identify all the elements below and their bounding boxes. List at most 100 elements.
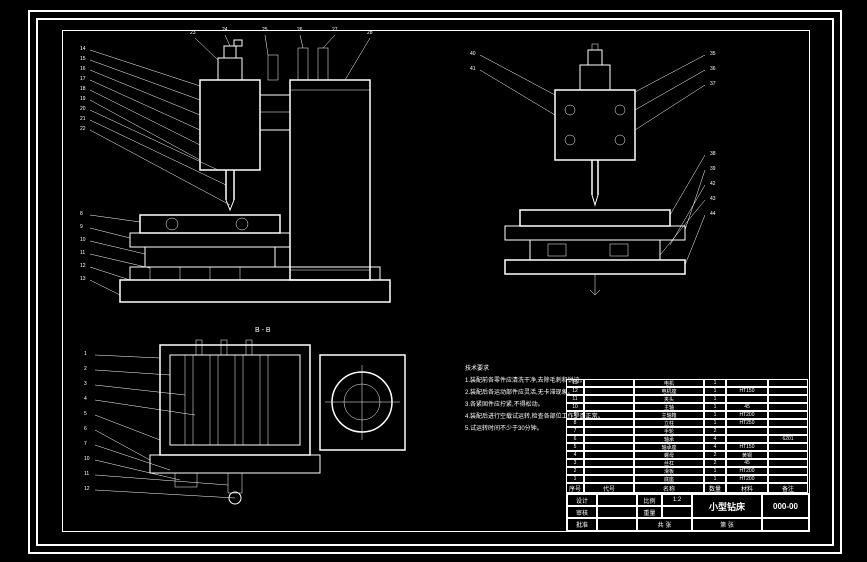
titleblock-design	[597, 494, 637, 506]
bom-cell	[584, 475, 634, 483]
notes-line-2: 2.装配后各运动部件应灵活,无卡滞现象。	[465, 388, 574, 396]
bom-cell	[726, 395, 768, 403]
callout: 38	[710, 151, 716, 157]
bom-cell: 1	[566, 475, 584, 483]
callout: 20	[80, 106, 86, 112]
titleblock: 设计 审核 批准 比例 1:2 重量 共 张 小型钻床 第 张 000-00	[566, 493, 810, 532]
titleblock-scale-label: 比例	[637, 494, 662, 506]
bom-cell	[768, 427, 808, 435]
bom-cell: 螺母	[634, 451, 704, 459]
callout: 43	[710, 196, 716, 202]
view-side	[480, 44, 705, 295]
callout: 15	[80, 56, 86, 62]
callout: 10	[84, 456, 90, 462]
bom-cell	[768, 403, 808, 411]
callout: 23	[190, 30, 196, 36]
bom-cell: HT150	[726, 443, 768, 451]
notes-line-0: 技术要求	[465, 364, 489, 372]
callout: 12	[84, 486, 90, 492]
bom-cell	[584, 443, 634, 451]
bom-cell	[584, 411, 634, 419]
callout: 25	[262, 27, 268, 33]
bom-cell	[584, 427, 634, 435]
callout: 1	[84, 351, 87, 357]
bom-cell	[584, 435, 634, 443]
bom-cell	[768, 443, 808, 451]
bom-cell	[768, 475, 808, 483]
bom-cell: 8	[566, 419, 584, 427]
callout: 17	[80, 76, 86, 82]
bom-cell: 9	[566, 411, 584, 419]
bom-cell	[584, 419, 634, 427]
callout: 4	[84, 396, 87, 402]
bom-cell	[584, 403, 634, 411]
bom-cell: 4	[704, 443, 726, 451]
bom-cell: 轴承	[634, 435, 704, 443]
bom-cell	[768, 467, 808, 475]
titleblock-sheet-label: 共 张	[637, 518, 692, 531]
callout: 5	[84, 411, 87, 417]
callout: 42	[710, 181, 716, 187]
callout: 28	[367, 30, 373, 36]
bom-cell: 1	[704, 419, 726, 427]
bom-cell	[768, 451, 808, 459]
callout: 14	[80, 46, 86, 52]
titleblock-scale: 1:2	[662, 494, 692, 506]
bom-cell: HT200	[726, 467, 768, 475]
callout: 2	[84, 366, 87, 372]
bom-cell	[768, 379, 808, 387]
bom-cell: 2	[704, 459, 726, 467]
bom-header: 备注	[768, 483, 808, 493]
bom-cell: 1	[704, 467, 726, 475]
bom-cell: 夹头	[634, 395, 704, 403]
callout: 3	[84, 381, 87, 387]
bom-cell: 3	[566, 459, 584, 467]
callout: 6	[84, 426, 87, 432]
titleblock-check	[597, 506, 637, 518]
callout: 7	[84, 441, 87, 447]
bom-cell: 1	[704, 403, 726, 411]
bom-cell: 1	[704, 395, 726, 403]
bom-header: 代号	[584, 483, 634, 493]
callout: 10	[80, 237, 86, 243]
bom-cell: 1	[704, 379, 726, 387]
callout: 41	[470, 66, 476, 72]
bom-cell: HT250	[726, 419, 768, 427]
bom-cell	[726, 379, 768, 387]
bom-cell: HT200	[726, 411, 768, 419]
notes-line-5: 5.试运转时间不少于30分钟。	[465, 424, 543, 432]
bom-cell: 13	[566, 379, 584, 387]
notes-line-3: 3.各紧固件应拧紧,不得松动。	[465, 400, 544, 408]
bom-cell: 立柱	[634, 419, 704, 427]
bom-header: 序号	[566, 483, 584, 493]
titleblock-company	[762, 518, 809, 531]
callout: 9	[80, 224, 83, 230]
titleblock-title: 小型钻床	[692, 494, 762, 518]
bom-cell	[768, 419, 808, 427]
bom-cell: 7	[566, 427, 584, 435]
callout: 24	[222, 27, 228, 33]
bom-header: 数量	[704, 483, 726, 493]
bom-cell	[584, 467, 634, 475]
bom-cell: 电机座	[634, 387, 704, 395]
titleblock-approve	[597, 518, 637, 531]
bom-cell: 11	[566, 395, 584, 403]
callout: 18	[80, 86, 86, 92]
bom-cell: 手轮	[634, 427, 704, 435]
bom-cell: 黄铜	[726, 451, 768, 459]
bom-cell	[584, 395, 634, 403]
bom-cell: 12	[566, 387, 584, 395]
bom-cell	[726, 427, 768, 435]
callout: 40	[470, 51, 476, 57]
titleblock-weight	[662, 506, 692, 518]
callout: 12	[80, 263, 86, 269]
bom-cell: 轴承座	[634, 443, 704, 451]
callout: 11	[80, 250, 85, 256]
bom-cell	[584, 379, 634, 387]
bom-cell: 4	[566, 451, 584, 459]
cad-canvas: B - B	[0, 0, 867, 562]
bom-cell: 主轴	[634, 403, 704, 411]
callout: 11	[84, 471, 89, 477]
bom-cell: 滑板	[634, 467, 704, 475]
bom-cell: 4	[704, 435, 726, 443]
